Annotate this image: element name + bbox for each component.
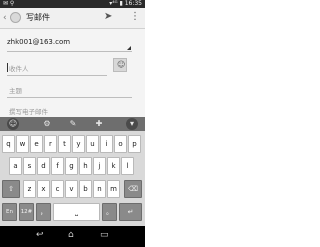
collapse-keyboard-icon[interactable]: ▾ <box>126 118 138 130</box>
key-k[interactable]: k <box>107 157 120 175</box>
app-icon[interactable] <box>10 12 21 23</box>
key-n[interactable]: n <box>93 180 106 198</box>
account-dropdown-icon[interactable] <box>127 46 131 50</box>
key-f[interactable]: f <box>51 157 64 175</box>
status-bar: ✉ ⚲ ▾⁴ᴳ ▮ 16:35 <box>0 0 145 8</box>
key-i[interactable]: i <box>100 135 113 153</box>
key-c[interactable]: c <box>51 180 64 198</box>
overflow-menu-icon[interactable]: ⋮ <box>130 11 140 22</box>
key-r[interactable]: r <box>44 135 57 153</box>
symbols-key[interactable]: 12# <box>19 203 34 221</box>
page-title: 写邮件 <box>26 13 50 22</box>
add-contact-button[interactable]: ☺ <box>113 58 127 72</box>
home-icon[interactable]: ⌂ <box>68 230 74 240</box>
from-account[interactable]: zhk001@163.com <box>7 38 70 46</box>
recent-apps-icon[interactable]: ▭ <box>100 230 109 240</box>
ime-toolbar: ☺ ⚙ ✎ ✚ ▾ <box>0 117 145 131</box>
key-w[interactable]: w <box>16 135 29 153</box>
key-h[interactable]: h <box>79 157 92 175</box>
key-y[interactable]: y <box>72 135 85 153</box>
key-g[interactable]: g <box>65 157 78 175</box>
key-t[interactable]: t <box>58 135 71 153</box>
key-l[interactable]: l <box>121 157 134 175</box>
status-right: ▾⁴ᴳ ▮ 16:35 <box>109 0 142 7</box>
to-input[interactable]: 收件人 <box>9 63 29 73</box>
person-icon: ☺ <box>117 60 126 69</box>
text-cursor <box>7 63 8 72</box>
space-key[interactable]: ⎵ <box>53 203 100 221</box>
key-a[interactable]: a <box>9 157 22 175</box>
divider <box>7 51 132 52</box>
key-q[interactable]: q <box>2 135 15 153</box>
divider <box>7 75 107 76</box>
key-u[interactable]: u <box>86 135 99 153</box>
settings-icon[interactable]: ⚙ <box>42 118 52 130</box>
subject-input[interactable]: 主题 <box>9 85 22 95</box>
key-b[interactable]: b <box>79 180 92 198</box>
key-d[interactable]: d <box>37 157 50 175</box>
phone-screen: ✉ ⚲ ▾⁴ᴳ ▮ 16:35 ‹ 写邮件 ➤ ⋮ zhk001@163.com… <box>0 0 145 247</box>
key-p[interactable]: p <box>128 135 141 153</box>
key-x[interactable]: x <box>37 180 50 198</box>
comma-key[interactable]: ， <box>36 203 51 221</box>
key-j[interactable]: j <box>93 157 106 175</box>
enter-key[interactable]: ↵ <box>119 203 142 221</box>
body-input[interactable]: 撰写电子邮件 <box>9 106 48 116</box>
divider <box>7 97 132 98</box>
back-icon[interactable]: ‹ <box>3 13 7 23</box>
keyboard: q w e r t y u i o p a s d f g h j k l ⇧ … <box>0 131 145 226</box>
shift-key[interactable]: ⇧ <box>2 180 20 198</box>
action-bar: ‹ 写邮件 ➤ ⋮ <box>0 8 145 29</box>
key-e[interactable]: e <box>30 135 43 153</box>
send-icon[interactable]: ➤ <box>104 11 112 22</box>
key-z[interactable]: z <box>23 180 36 198</box>
key-s[interactable]: s <box>23 157 36 175</box>
add-icon[interactable]: ✚ <box>94 118 104 130</box>
language-key[interactable]: En <box>2 203 17 221</box>
key-o[interactable]: o <box>114 135 127 153</box>
key-v[interactable]: v <box>65 180 78 198</box>
key-m[interactable]: m <box>107 180 120 198</box>
navigation-bar: ↩ ⌂ ▭ <box>0 226 145 247</box>
notification-icons: ✉ ⚲ <box>3 0 15 7</box>
handwriting-icon[interactable]: ✎ <box>68 118 78 130</box>
backspace-key[interactable]: ⌫ <box>124 180 142 198</box>
emoji-icon[interactable]: ☺ <box>7 118 19 130</box>
period-key[interactable]: 。 <box>102 203 117 221</box>
back-nav-icon[interactable]: ↩ <box>36 230 44 240</box>
